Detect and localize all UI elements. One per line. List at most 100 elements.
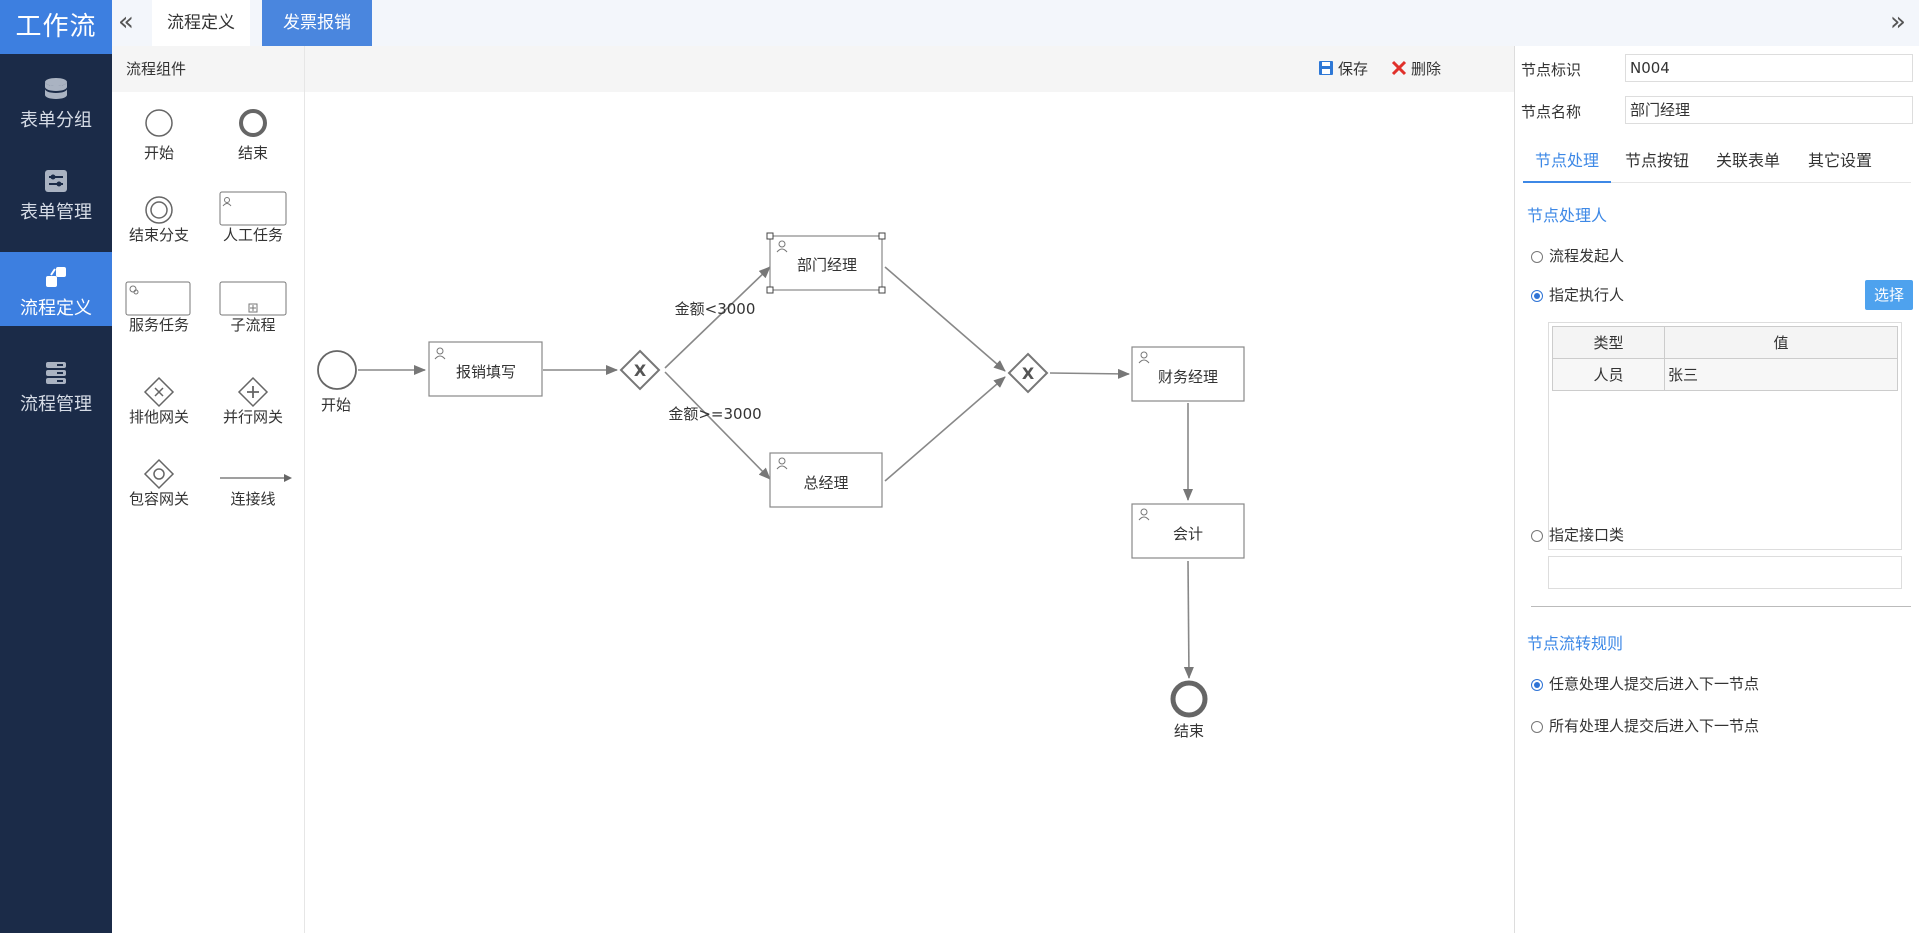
- palette-item-end-branch[interactable]: 结束分支: [114, 182, 204, 260]
- node-name-input[interactable]: [1625, 96, 1913, 124]
- column-header-value: 值: [1664, 326, 1898, 359]
- table-cell-value: 张三: [1664, 358, 1898, 391]
- exclusive-gateway[interactable]: X: [619, 349, 661, 391]
- sidebar-item-form-manage[interactable]: 表单管理: [0, 156, 112, 230]
- gateway-mark: X: [634, 361, 647, 380]
- node-id-label: 节点标识: [1521, 61, 1582, 79]
- close-icon: [1391, 60, 1407, 76]
- radio-button[interactable]: [1531, 530, 1543, 542]
- radio-rule-all[interactable]: 所有处理人提交后进入下一节点: [1531, 715, 1759, 737]
- tab-related-form[interactable]: 关联表单: [1705, 144, 1791, 181]
- palette-title: 流程组件: [112, 46, 304, 92]
- assignee-table: 类型 值 人员 张三: [1552, 326, 1898, 391]
- palette-item-label: 并行网关: [222, 408, 283, 426]
- palette-item-exclusive-gateway[interactable]: 排他网关: [114, 364, 204, 442]
- table-row[interactable]: 人员 张三: [1552, 358, 1898, 391]
- radio-label: 指定执行人: [1549, 286, 1625, 304]
- palette-item-user-task[interactable]: 人工任务: [208, 182, 298, 260]
- end-event-label: 结束: [1174, 722, 1204, 740]
- radio-label: 任意处理人提交后进入下一节点: [1549, 675, 1760, 693]
- radio-label: 流程发起人: [1549, 247, 1625, 265]
- tab-node-handling[interactable]: 节点处理: [1523, 144, 1611, 183]
- sidebar-item-label: 表单分组: [20, 110, 92, 131]
- task-accountant[interactable]: 会计: [1131, 503, 1245, 559]
- palette-item-label: 人工任务: [222, 226, 283, 244]
- palette-item-start[interactable]: 开始: [114, 92, 204, 170]
- task-fill-reimburse[interactable]: 报销填写: [428, 341, 543, 397]
- delete-button[interactable]: 删除: [1391, 58, 1441, 80]
- radio-button[interactable]: [1531, 679, 1543, 691]
- save-button[interactable]: 保存: [1318, 58, 1368, 80]
- condition-label-gte: 金额>=3000: [668, 405, 761, 423]
- flow-connector[interactable]: [884, 376, 1006, 482]
- palette-item-label: 开始: [143, 144, 174, 162]
- column-header-type: 类型: [1552, 326, 1665, 359]
- section-flow-rule: 节点流转规则: [1527, 634, 1624, 653]
- component-palette: 流程组件 开始 结束 结束分支 人工任务 服务任务 子流程 排他网关 并行网关 …: [112, 46, 305, 933]
- radio-button[interactable]: [1531, 721, 1543, 733]
- end-event[interactable]: [1170, 680, 1208, 718]
- task-finance-manager[interactable]: 财务经理: [1131, 346, 1245, 402]
- condition-label-lt: 金额<3000: [675, 300, 756, 318]
- server-icon: [46, 362, 66, 384]
- exclusive-gateway[interactable]: X: [1007, 352, 1049, 394]
- palette-item-end[interactable]: 结束: [208, 92, 298, 170]
- sidebar-item-form-groups[interactable]: 表单分组: [0, 64, 112, 138]
- interface-class-input[interactable]: [1548, 556, 1902, 589]
- palette-item-inclusive-gateway[interactable]: 包容网关: [114, 446, 204, 524]
- radio-interface[interactable]: 指定接口类: [1531, 524, 1624, 546]
- palette-item-subprocess[interactable]: 子流程: [208, 272, 298, 350]
- flow-connector[interactable]: [1049, 368, 1130, 379]
- palette-item-label: 子流程: [230, 316, 276, 334]
- task-dept-manager[interactable]: 部门经理: [766, 232, 886, 294]
- choose-button[interactable]: 选择: [1865, 280, 1913, 310]
- radio-assignee[interactable]: 指定执行人: [1531, 284, 1624, 306]
- properties-panel: 节点标识 节点名称 节点处理 节点按钮 关联表单 其它设置 节点处理人 流程发起…: [1514, 46, 1919, 933]
- gateway-mark: X: [1022, 364, 1035, 383]
- sidebar-item-flow-manage[interactable]: 流程管理: [0, 348, 112, 422]
- palette-item-service-task[interactable]: 服务任务: [114, 272, 204, 350]
- radio-label: 指定接口类: [1549, 526, 1625, 544]
- tab-bar: « 流程定义 发票报销 »: [112, 0, 1919, 47]
- radio-initiator[interactable]: 流程发起人: [1531, 245, 1624, 267]
- task-label: 会计: [1173, 525, 1203, 543]
- radio-label: 所有处理人提交后进入下一节点: [1549, 717, 1760, 735]
- save-icon: [1319, 61, 1333, 75]
- save-label: 保存: [1338, 60, 1369, 78]
- tab-other-settings[interactable]: 其它设置: [1797, 144, 1883, 181]
- flow-connector[interactable]: [664, 371, 771, 480]
- sidebar-item-flow-define[interactable]: 流程定义: [0, 252, 112, 326]
- radio-rule-any[interactable]: 任意处理人提交后进入下一节点: [1531, 673, 1759, 695]
- node-name-label: 节点名称: [1521, 103, 1582, 121]
- divider: [1531, 606, 1911, 607]
- sidebar-item-label: 流程管理: [20, 394, 92, 415]
- palette-item-label: 包容网关: [128, 490, 189, 508]
- palette-item-connector[interactable]: 连接线: [208, 446, 298, 524]
- database-icon: [45, 78, 67, 99]
- main-sidebar: 工作流 表单分组 表单管理 流程定义 流程管理: [0, 0, 112, 933]
- palette-item-parallel-gateway[interactable]: 并行网关: [208, 364, 298, 442]
- assignee-grid: 类型 值 人员 张三: [1548, 322, 1902, 550]
- sidebar-item-label: 流程定义: [20, 298, 92, 319]
- task-label: 报销填写: [456, 363, 516, 381]
- start-event[interactable]: [317, 350, 357, 390]
- collapse-right-icon[interactable]: »: [1885, 8, 1911, 36]
- radio-button[interactable]: [1531, 251, 1543, 263]
- delete-label: 删除: [1411, 60, 1442, 78]
- palette-item-label: 结束分支: [128, 226, 189, 244]
- canvas-toolbar: 保存 删除: [305, 46, 1514, 92]
- start-event-label: 开始: [321, 396, 351, 414]
- flow-connector[interactable]: [1183, 560, 1194, 679]
- tab-flow-define[interactable]: 流程定义: [152, 0, 250, 46]
- flow-connector[interactable]: [884, 266, 1006, 372]
- tab-invoice-reimburse[interactable]: 发票报销: [262, 0, 372, 46]
- tab-node-buttons[interactable]: 节点按钮: [1615, 144, 1699, 181]
- task-general-manager[interactable]: 总经理: [769, 452, 883, 508]
- flow-diagram: 开始 报销填写 X 金额<3000 金额>=3000 部门经理 总经理 X 财务…: [317, 232, 1245, 740]
- property-tabs: 节点处理 节点按钮 关联表单 其它设置: [1523, 144, 1911, 183]
- collapse-left-icon[interactable]: «: [118, 8, 144, 36]
- sliders-icon: [45, 170, 67, 192]
- node-id-input[interactable]: [1625, 54, 1913, 82]
- end-event-icon: [239, 109, 267, 137]
- radio-button[interactable]: [1531, 290, 1543, 302]
